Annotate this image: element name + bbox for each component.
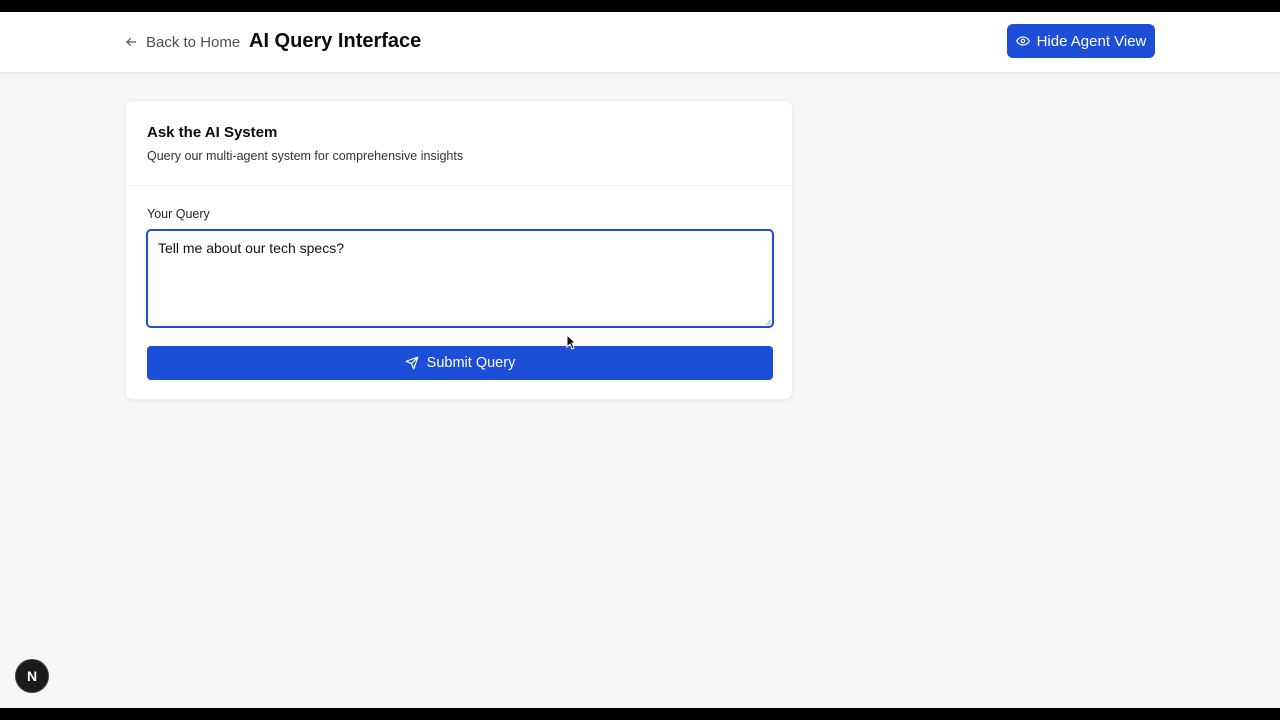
hide-agent-view-label: Hide Agent View xyxy=(1036,32,1147,50)
submit-query-label: Submit Query xyxy=(426,355,516,371)
card-title: Ask the AI System xyxy=(147,124,278,141)
hide-agent-view-button[interactable]: Hide Agent View xyxy=(1007,24,1155,58)
card-header: Ask the AI System Query our multi-agent … xyxy=(147,123,767,164)
top-frame-bar xyxy=(0,0,1280,12)
card-subtitle: Query our multi-agent system for compreh… xyxy=(147,149,464,163)
query-card: Ask the AI System Query our multi-agent … xyxy=(125,100,793,400)
badge-letter: N xyxy=(26,668,38,684)
back-to-home-link[interactable]: Back to Home xyxy=(124,30,240,54)
app-header: Back to Home AI Query Interface Hide Age… xyxy=(0,12,1280,73)
mouse-cursor-icon xyxy=(566,334,576,350)
arrow-left-icon xyxy=(126,37,137,47)
card-divider xyxy=(126,185,792,186)
back-label: Back to Home xyxy=(146,33,241,51)
nextjs-dev-badge[interactable]: N xyxy=(16,660,48,692)
page-title: AI Query Interface xyxy=(249,30,422,52)
query-label: Your Query xyxy=(147,207,210,221)
resize-grip-icon[interactable] xyxy=(765,319,772,326)
bottom-frame-bar xyxy=(0,708,1280,720)
submit-query-button[interactable]: Submit Query xyxy=(147,346,773,380)
send-icon xyxy=(405,356,419,370)
query-textarea[interactable]: Tell me about our tech specs? xyxy=(146,229,774,328)
eye-icon xyxy=(1015,36,1030,46)
